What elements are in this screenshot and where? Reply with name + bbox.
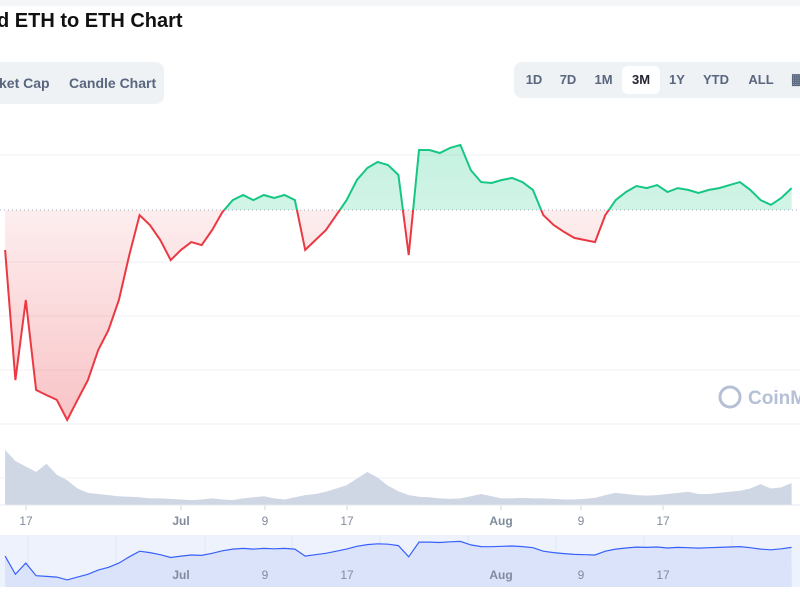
navigator-tick-label: 9 xyxy=(262,568,269,582)
navigator[interactable]: Jul 9 17 Aug 9 17 xyxy=(0,535,800,587)
price-chart[interactable]: CoinM 17 Jul 9 17 Aug 9 17 Jul 9 17 Aug 9 17 xyxy=(0,0,800,600)
navigator-tick-label: 9 xyxy=(578,568,585,582)
x-tick-label: 17 xyxy=(19,514,33,528)
watermark-text: CoinM xyxy=(748,388,800,409)
navigator-tick-label: Aug xyxy=(489,568,512,582)
navigator-tick-label: 17 xyxy=(340,568,354,582)
navigator-tick-label: Jul xyxy=(172,568,189,582)
x-tick-label: 9 xyxy=(262,514,269,528)
x-tick-label: Jul xyxy=(172,514,189,528)
x-tick-label: 17 xyxy=(656,514,670,528)
x-tick-label: 17 xyxy=(340,514,354,528)
x-tick-label: Aug xyxy=(489,514,512,528)
coinmarketcap-watermark: CoinM xyxy=(718,385,800,409)
navigator-tick-label: 17 xyxy=(656,568,670,582)
x-tick-label: 9 xyxy=(578,514,585,528)
